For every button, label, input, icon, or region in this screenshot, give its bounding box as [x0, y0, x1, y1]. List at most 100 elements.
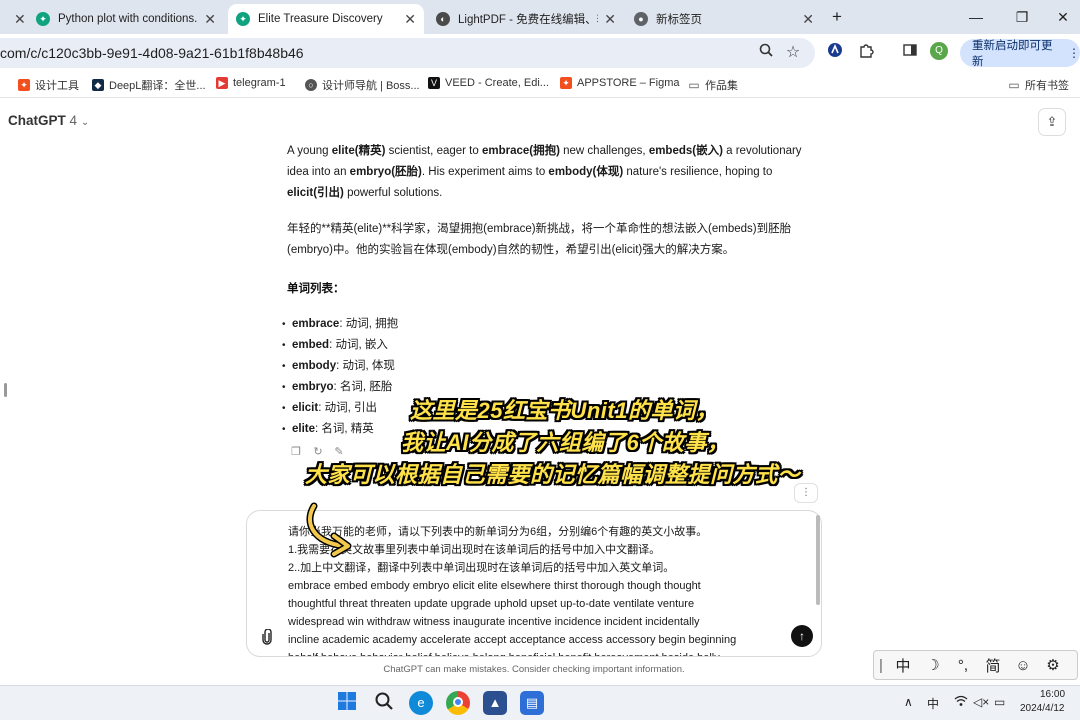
bookmark-star-icon[interactable]: ☆	[782, 42, 804, 64]
relaunch-update-button[interactable]: 重新启动即可更新 ⋮	[960, 39, 1080, 68]
side-panel-icon[interactable]	[899, 42, 921, 64]
vocab-item: • embody: 动词, 体现	[282, 360, 395, 372]
ime-simplified-mode[interactable]: 简	[978, 655, 1008, 676]
lightpdf-favicon-icon: ◐	[436, 12, 450, 26]
bookmark-folder[interactable]: ▭ 作品集	[688, 77, 738, 93]
url-text[interactable]: com/c/c120c3bb-9e91-4d08-9a21-61b1f8b48b…	[0, 45, 304, 61]
bullet-icon: •	[282, 319, 286, 330]
bookmark-item[interactable]: ▶ telegram-1	[216, 77, 286, 89]
composer-input[interactable]: 请你当我万能的老师，请以下列表中的新单词分为6组，分别编6个有趣的英文小故事。 …	[288, 523, 788, 656]
update-label: 重新启动即可更新	[972, 40, 1053, 68]
vocab-item: • embryo: 名词, 胚胎	[282, 381, 393, 393]
bookmarks-bar: ✦ 设计工具 ◆ DeepL翻译：全世... ▶ telegram-1 ○ 设计…	[0, 72, 1080, 98]
sidebar-handle[interactable]	[4, 383, 7, 397]
wifi-icon[interactable]	[954, 695, 968, 710]
chatgpt-favicon-icon: ✦	[236, 12, 250, 26]
figma-icon: ✦	[18, 79, 30, 91]
extensions-puzzle-icon[interactable]	[855, 42, 877, 64]
moon-icon[interactable]: ☽	[918, 656, 948, 674]
edge-browser-icon[interactable]: e	[409, 691, 433, 715]
tab-lightpdf[interactable]: ◐ LightPDF - 免费在线编辑、转换 ✕	[428, 4, 624, 34]
overlay-caption-1: 这里是25红宝书Unit1的单词，	[410, 398, 718, 423]
vocab-item: • embed: 动词, 嵌入	[282, 339, 388, 351]
emoji-icon[interactable]: ☺	[1008, 657, 1038, 674]
bookmark-item[interactable]: V VEED - Create, Edi...	[428, 77, 549, 89]
more-vert-icon: ⋮	[1068, 46, 1080, 60]
share-button[interactable]: ⇪	[1038, 108, 1066, 136]
bookmark-item[interactable]: ✦ APPSTORE – Figma	[560, 77, 680, 89]
tab-strip: ✕ ✦ Python plot with conditions. ✕ ✦ Eli…	[0, 0, 1080, 34]
punctuation-icon[interactable]: °,	[948, 657, 978, 674]
minimize-button[interactable]: —	[965, 6, 987, 28]
close-icon[interactable]: ✕	[204, 11, 216, 28]
zoom-icon[interactable]	[755, 42, 777, 64]
bookmark-label: telegram-1	[233, 77, 286, 89]
annotation-arrow-icon	[306, 502, 352, 558]
extension-a-icon[interactable]	[824, 42, 846, 64]
veed-icon: V	[428, 77, 440, 89]
app-cat-icon[interactable]: ▲	[483, 691, 507, 715]
model-name: ChatGPT	[8, 113, 66, 128]
model-version: 4	[69, 113, 78, 128]
clock-date[interactable]: 2024/4/12	[1020, 703, 1065, 714]
profile-avatar[interactable]: Q	[930, 42, 948, 60]
bullet-icon: •	[282, 403, 286, 414]
overlay-caption-2: 我让AI分成了六组编了6个故事，	[401, 430, 730, 455]
deepl-icon: ◆	[92, 79, 104, 91]
all-bookmarks-folder[interactable]: ▭ 所有书签	[1008, 77, 1069, 93]
bookmark-label: APPSTORE – Figma	[577, 77, 680, 89]
bullet-icon: •	[282, 340, 286, 351]
close-icon[interactable]: ✕	[404, 11, 416, 28]
bookmark-item[interactable]: ◆ DeepL翻译：全世...	[92, 77, 206, 93]
tab-partial[interactable]: ✕	[0, 4, 26, 34]
folder-icon: ▭	[1008, 78, 1020, 92]
maximize-button[interactable]: ❐	[1011, 6, 1033, 28]
overlay-caption-3: 大家可以根据自己需要的记忆篇幅调整提问方式～	[305, 462, 801, 487]
bookmark-label: 作品集	[705, 80, 738, 92]
model-selector[interactable]: ChatGPT 4 ⌄	[8, 113, 89, 128]
browser-toolbar: com/c/c120c3bb-9e91-4d08-9a21-61b1f8b48b…	[0, 34, 1080, 72]
close-icon[interactable]: ✕	[802, 11, 814, 28]
windows-start-icon[interactable]	[335, 691, 359, 715]
vocab-item: • elite: 名词, 精英	[282, 423, 374, 435]
vocab-item: • elicit: 动词, 引出	[282, 402, 377, 414]
volume-muted-icon[interactable]: ◁×	[973, 695, 989, 709]
search-icon[interactable]	[372, 691, 396, 715]
copy-icon[interactable]: ❐	[289, 445, 303, 459]
tab-elite-treasure[interactable]: ✦ Elite Treasure Discovery ✕	[228, 4, 424, 34]
close-icon[interactable]: ✕	[604, 11, 616, 28]
bookmark-item[interactable]: ✦ 设计工具	[18, 77, 79, 93]
share-icon: ⇪	[1046, 114, 1058, 129]
story-english: A young elite(精英) scientist, eager to em…	[287, 145, 802, 199]
send-button[interactable]: ↑	[791, 625, 813, 647]
bullet-icon: •	[282, 361, 286, 372]
tab-title: LightPDF - 免费在线编辑、转换	[458, 14, 598, 26]
tray-input-language[interactable]: 中	[927, 695, 939, 712]
chrome-browser-icon[interactable]	[446, 691, 470, 715]
battery-icon[interactable]: ▭	[994, 695, 1005, 709]
ime-toolbar: | 中 ☽ °, 简 ☺ ⚙	[873, 650, 1078, 680]
tab-new-tab[interactable]: ● 新标签页 ✕	[626, 4, 822, 34]
ime-chinese-mode[interactable]: 中	[888, 655, 918, 676]
paperclip-icon[interactable]	[261, 628, 273, 649]
chevron-down-icon: ⌄	[80, 117, 90, 128]
new-tab-button[interactable]: +	[826, 6, 848, 28]
tab-title: 新标签页	[656, 14, 702, 26]
tray-chevron-up-icon[interactable]: ∧	[904, 695, 913, 709]
address-bar[interactable]: com/c/c120c3bb-9e91-4d08-9a21-61b1f8b48b…	[0, 38, 815, 68]
more-options-button[interactable]: ⋮	[794, 483, 818, 503]
settings-gear-icon[interactable]: ⚙	[1038, 656, 1068, 674]
bookmark-item[interactable]: ○ 设计师导航 | Boss...	[305, 77, 420, 93]
telegram-icon: ▶	[216, 77, 228, 89]
close-icon[interactable]: ✕	[14, 11, 26, 28]
tab-python-plot[interactable]: ✦ Python plot with conditions. ✕	[28, 4, 224, 34]
clock-time[interactable]: 16:00	[1040, 689, 1065, 700]
drag-handle-icon[interactable]: |	[874, 657, 888, 674]
app-notes-icon[interactable]: ▤	[520, 691, 544, 715]
taskbar: e ▲ ▤ ∧ 中 ◁× ▭	[0, 685, 1080, 720]
window-close-button[interactable]: ✕	[1052, 6, 1074, 28]
bookmark-label: 设计工具	[35, 80, 79, 92]
bullet-icon: •	[282, 382, 286, 393]
chrome-favicon-icon: ●	[634, 12, 648, 26]
composer-scrollbar[interactable]	[816, 515, 820, 605]
